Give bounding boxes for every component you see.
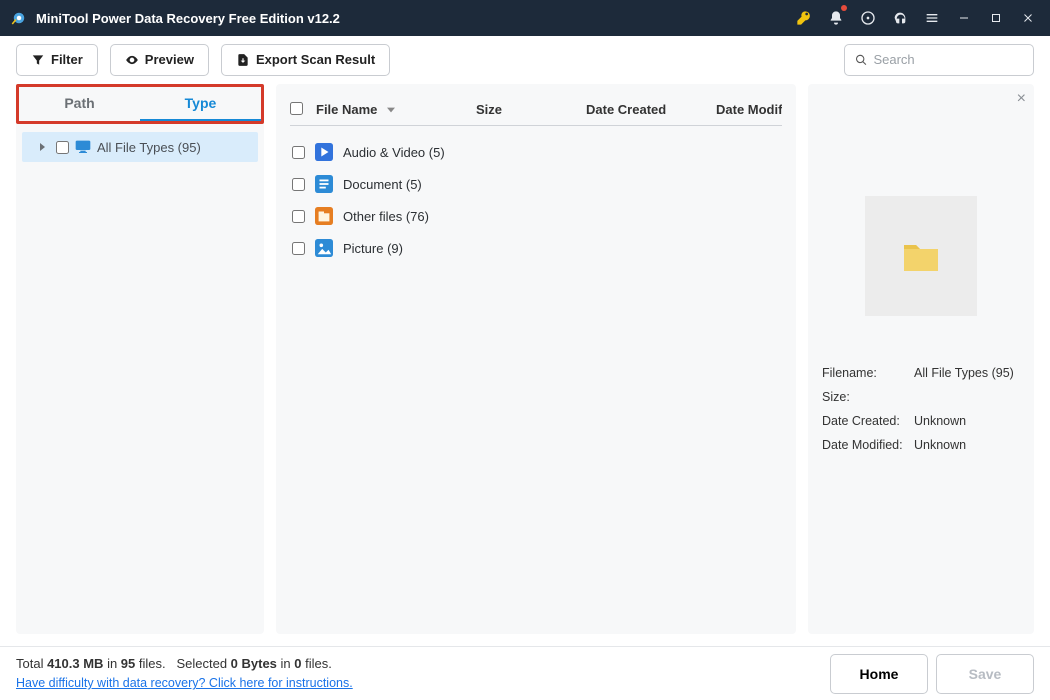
file-checkbox[interactable] [292, 178, 305, 191]
file-label: Audio & Video (5) [343, 145, 445, 160]
col-modified[interactable]: Date Modifie [716, 102, 782, 117]
col-created[interactable]: Date Created [586, 102, 716, 117]
search-input[interactable] [873, 52, 1023, 67]
select-all-checkbox[interactable] [290, 102, 303, 115]
license-key-icon[interactable] [788, 0, 820, 36]
file-row[interactable]: Other files (76) [290, 200, 782, 232]
file-list-panel: File Name Size Date Created Date Modifie… [276, 84, 796, 634]
tab-type[interactable]: Type [140, 87, 261, 121]
maximize-icon[interactable] [980, 0, 1012, 36]
tree-root-label: All File Types (95) [97, 140, 201, 155]
left-panel: Path Type All File Types (95) [16, 84, 264, 634]
support-icon[interactable] [884, 0, 916, 36]
tree-root-checkbox[interactable] [56, 141, 69, 154]
picture-icon [315, 239, 333, 257]
audio-video-icon [315, 143, 333, 161]
file-row[interactable]: Document (5) [290, 168, 782, 200]
file-checkbox[interactable] [292, 242, 305, 255]
file-tree: All File Types (95) [16, 124, 264, 170]
chevron-right-icon[interactable] [36, 142, 50, 152]
info-created: Date Created:Unknown [822, 414, 1020, 428]
file-label: Other files (76) [343, 209, 429, 224]
content-area: Path Type All File Types (95) File Name … [0, 84, 1050, 646]
file-label: Picture (9) [343, 241, 403, 256]
file-rows: Audio & Video (5) Document (5) Other fil… [290, 126, 782, 264]
search-box[interactable] [844, 44, 1034, 76]
close-icon[interactable] [1012, 0, 1044, 36]
eye-icon [125, 53, 139, 67]
footer: Total 410.3 MB in 95 files. Selected 0 B… [0, 646, 1050, 700]
save-button[interactable]: Save [936, 654, 1034, 694]
search-icon [855, 53, 867, 67]
home-button[interactable]: Home [830, 654, 928, 694]
column-headers: File Name Size Date Created Date Modifie [290, 94, 782, 126]
preview-panel: × Filename:All File Types (95) Size: Dat… [808, 84, 1034, 634]
file-row[interactable]: Audio & Video (5) [290, 136, 782, 168]
filter-icon [31, 53, 45, 67]
file-checkbox[interactable] [292, 146, 305, 159]
minimize-icon[interactable] [948, 0, 980, 36]
file-checkbox[interactable] [292, 210, 305, 223]
notifications-icon[interactable] [820, 0, 852, 36]
file-label: Document (5) [343, 177, 422, 192]
other-files-icon [315, 207, 333, 225]
info-modified: Date Modified:Unknown [822, 438, 1020, 452]
titlebar: MiniTool Power Data Recovery Free Editio… [0, 0, 1050, 36]
folder-icon [902, 239, 940, 273]
preview-label: Preview [145, 52, 194, 67]
app-title: MiniTool Power Data Recovery Free Editio… [36, 11, 340, 26]
export-icon [236, 53, 250, 67]
col-filename[interactable]: File Name [316, 102, 476, 117]
info-filename: Filename:All File Types (95) [822, 366, 1020, 380]
app-logo-icon [10, 9, 28, 27]
file-row[interactable]: Picture (9) [290, 232, 782, 264]
close-preview-icon[interactable]: × [1017, 90, 1026, 108]
menu-icon[interactable] [916, 0, 948, 36]
info-size: Size: [822, 390, 1020, 404]
tab-path[interactable]: Path [19, 87, 140, 121]
document-icon [315, 175, 333, 193]
preview-thumbnail [865, 196, 977, 316]
sort-icon [381, 102, 395, 117]
disc-icon[interactable] [852, 0, 884, 36]
monitor-icon [75, 140, 91, 154]
toolbar: Filter Preview Export Scan Result [0, 36, 1050, 84]
export-label: Export Scan Result [256, 52, 375, 67]
tree-root-item[interactable]: All File Types (95) [22, 132, 258, 162]
preview-button[interactable]: Preview [110, 44, 209, 76]
filter-button[interactable]: Filter [16, 44, 98, 76]
footer-summary: Total 410.3 MB in 95 files. Selected 0 B… [16, 654, 353, 693]
col-size[interactable]: Size [476, 102, 586, 117]
export-button[interactable]: Export Scan Result [221, 44, 390, 76]
filter-label: Filter [51, 52, 83, 67]
tabs-highlight: Path Type [16, 84, 264, 124]
help-link[interactable]: Have difficulty with data recovery? Clic… [16, 676, 353, 690]
